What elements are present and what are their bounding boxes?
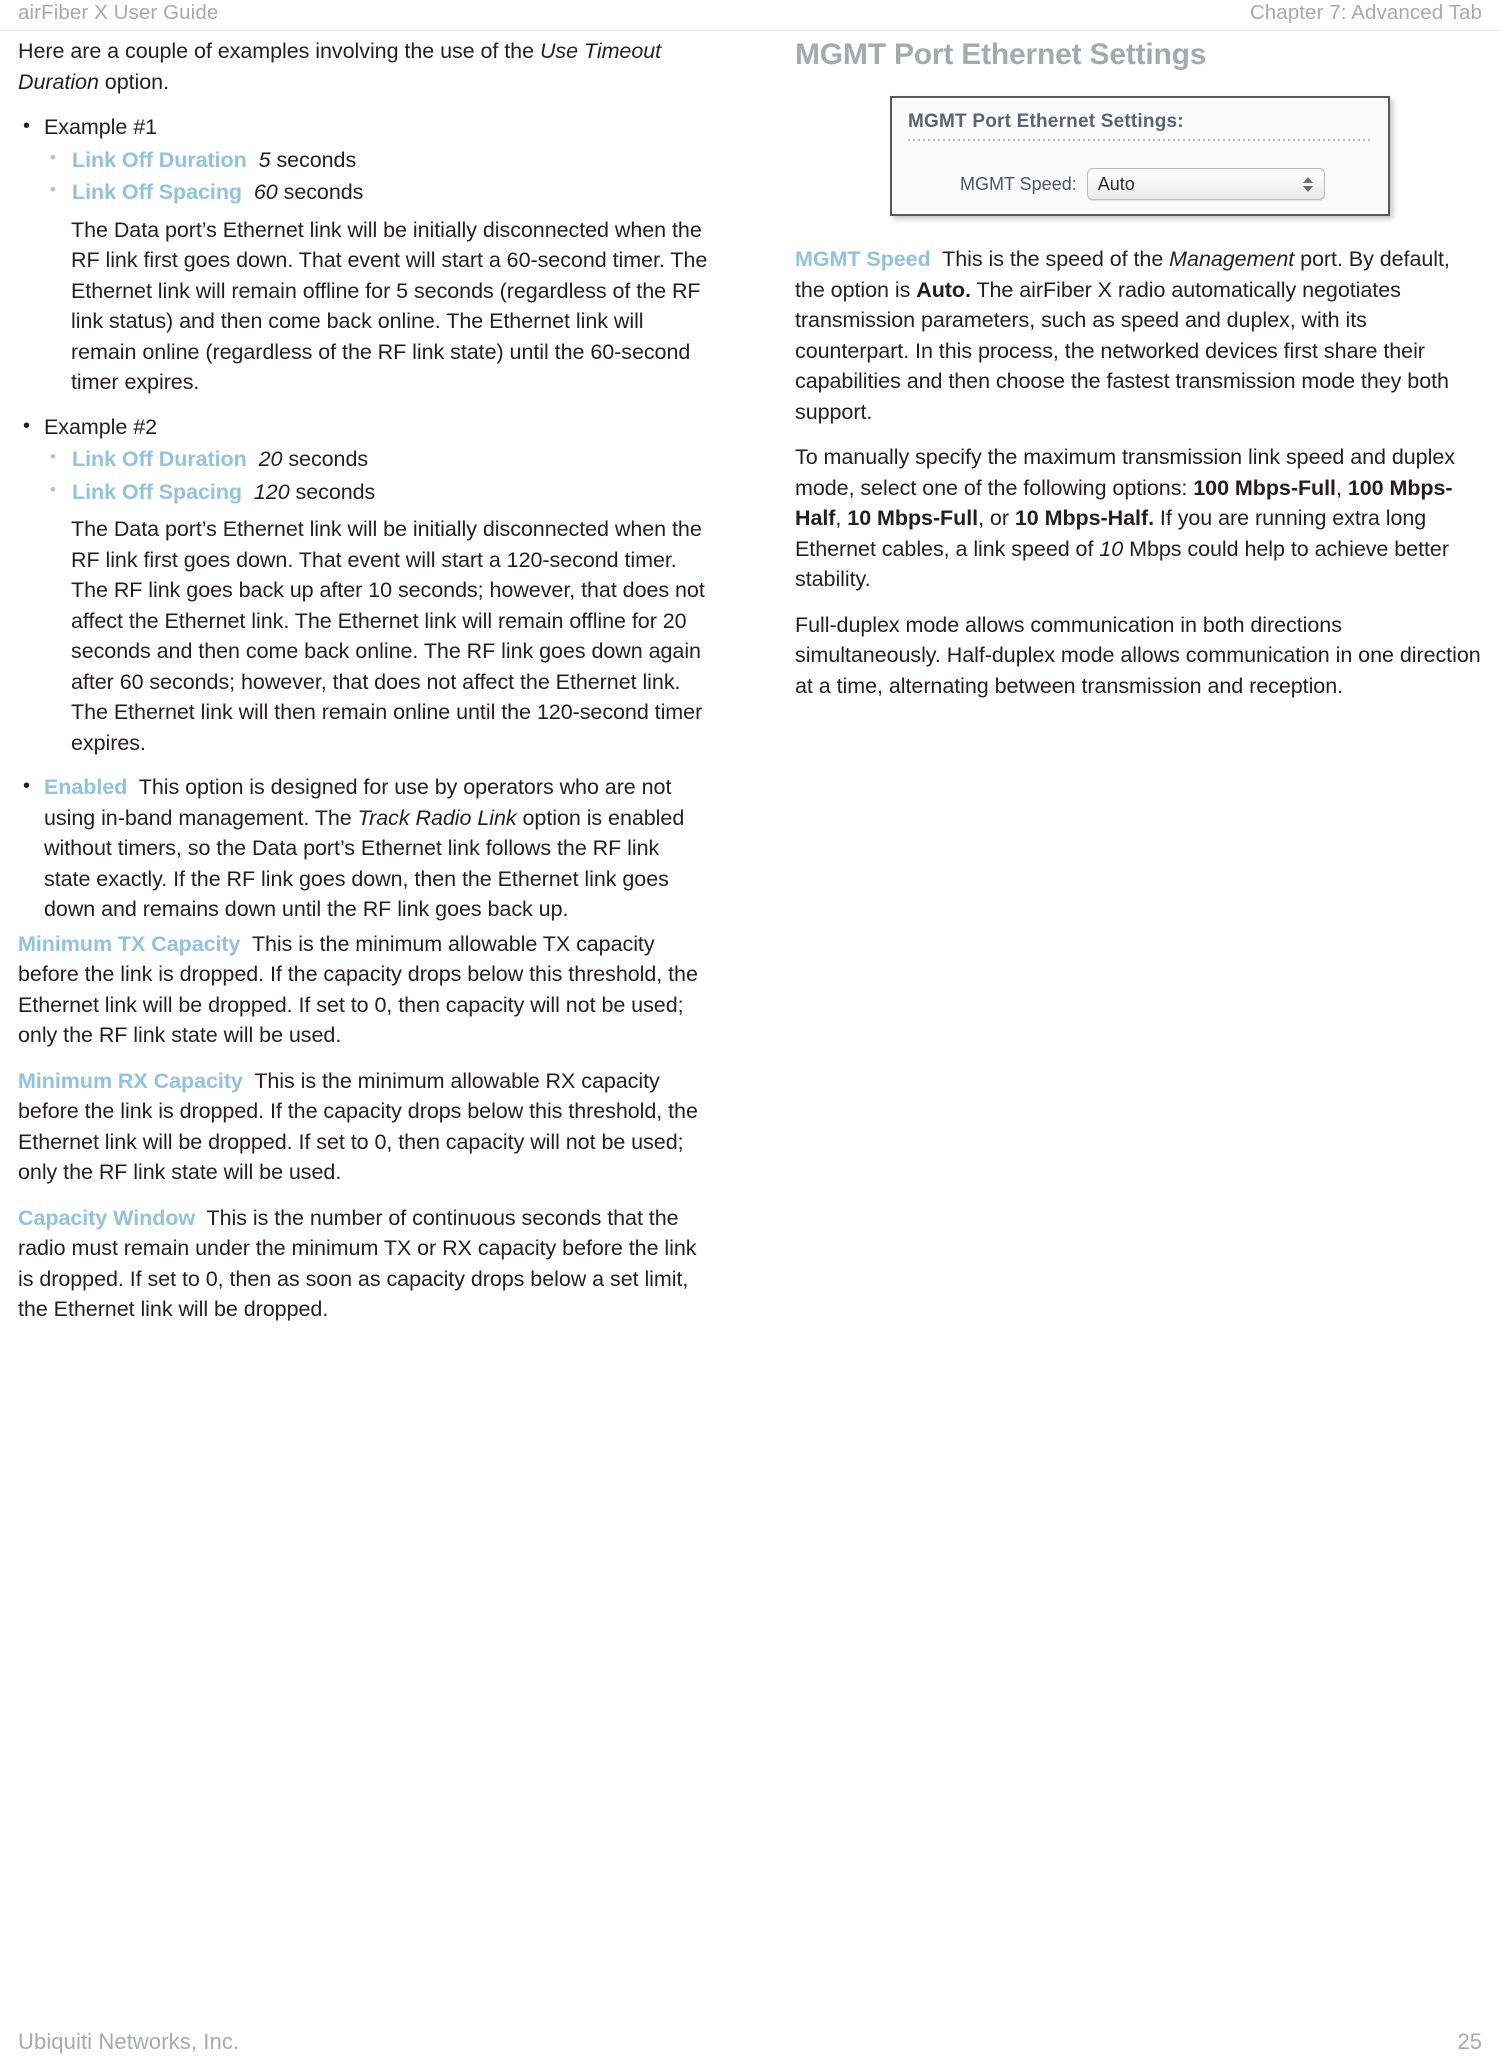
example-1-label: Example #1 [44,115,158,139]
list-item: Link Off Duration 5 seconds [44,143,708,176]
setting-value: 60 [253,180,278,204]
mgmt-speed-italic: Management [1169,247,1295,271]
minimum-tx-capacity-paragraph: Minimum TX Capacity This is the minimum … [18,929,708,1051]
example-2-body: The Data port’s Ethernet link will be in… [71,517,705,755]
chevron-up-icon [1302,176,1313,183]
setting-value: 20 [258,447,283,471]
setting-term: Link Off Duration [72,447,247,471]
stepper-arrows-icon[interactable] [1302,174,1313,194]
minimum-tx-capacity-term: Minimum TX Capacity [18,931,241,956]
capacity-window-paragraph: Capacity Window This is the number of co… [18,1203,708,1325]
setting-unit: seconds [282,447,369,471]
footer-page-number: 25 [1457,2029,1482,2054]
mgmt-speed-bold: Auto. [916,277,971,302]
sep-2: , [835,506,848,530]
footer-company: Ubiquiti Networks, Inc. [18,2029,240,2054]
guide-title: airFiber X User Guide [18,1,219,24]
mgmt-speed-paragraph: MGMT Speed This is the speed of the Mana… [795,244,1485,427]
setting-unit: seconds [277,180,364,204]
setting-unit: seconds [289,479,376,504]
chapter-title: Chapter 7: Advanced Tab [1249,1,1482,24]
list-item: Link Off Spacing 60 seconds [44,175,708,208]
list-item: Link Off Duration 20 seconds [44,442,708,475]
chevron-down-icon [1302,185,1313,192]
sep-3: , or [978,506,1015,530]
header-rule [0,30,1500,31]
page-body: Here are a couple of examples involving … [0,36,1500,1976]
example-1-body: The Data port’s Ethernet link will be in… [71,217,708,395]
intro-text-2: option. [98,69,170,94]
mgmt-speed-row: MGMT Speed: Auto [908,168,1372,200]
manual-speed-italic: 10 [1099,536,1124,561]
mgmt-port-settings-figure: MGMT Port Ethernet Settings: MGMT Speed:… [795,96,1485,216]
enabled-list: Enabled This option is designed for use … [18,771,708,925]
setting-value: 5 [258,147,271,172]
mgmt-speed-term: MGMT Speed [795,247,931,271]
manual-speed-paragraph: To manually specify the maximum transmis… [795,442,1485,595]
setting-value: 120 [253,479,290,504]
right-column: MGMT Port Ethernet Settings MGMT Port Et… [795,36,1485,716]
example-2-label: Example #2 [44,414,158,439]
mgmt-port-settings-screenshot: MGMT Port Ethernet Settings: MGMT Speed:… [890,96,1390,216]
screenshot-divider [908,139,1372,141]
speed-option-10-half: 10 Mbps-Half. [1014,506,1154,530]
mgmt-speed-selected-value: Auto [1097,173,1135,194]
enabled-italic: Track Radio Link [357,805,517,830]
setting-term: Link Off Duration [72,147,247,172]
speed-option-10-full: 10 Mbps-Full [847,506,979,530]
minimum-rx-capacity-term: Minimum RX Capacity [18,1068,243,1093]
intro-text-1: Here are a couple of examples involving … [18,39,540,63]
list-item: Example #1 Link Off Duration 5 seconds L… [18,111,708,398]
page-footer: Ubiquiti Networks, Inc. 25 [0,2022,1500,2062]
sep-1: , [1335,475,1348,500]
minimum-rx-capacity-paragraph: Minimum RX Capacity This is the minimum … [18,1066,708,1188]
duplex-paragraph: Full-duplex mode allows communication in… [795,612,1481,698]
example-1-settings: Link Off Duration 5 seconds Link Off Spa… [44,143,708,208]
enabled-term: Enabled [44,775,128,799]
setting-unit: seconds [270,147,357,172]
example-2-list: Example #2 Link Off Duration 20 seconds … [18,411,708,759]
left-column: Here are a couple of examples involving … [18,36,708,1340]
list-item: Link Off Spacing 120 seconds [44,475,708,508]
mgmt-speed-label: MGMT Speed: [960,173,1077,194]
setting-term: Link Off Spacing [72,479,243,504]
example-1-list: Example #1 Link Off Duration 5 seconds L… [18,111,708,398]
mgmt-speed-select[interactable]: Auto [1086,168,1325,200]
screenshot-panel-title: MGMT Port Ethernet Settings: [908,111,1184,132]
list-item: Enabled This option is designed for use … [18,771,708,925]
list-item: Example #2 Link Off Duration 20 seconds … [18,411,708,759]
intro-paragraph: Here are a couple of examples involving … [18,36,708,97]
section-heading: MGMT Port Ethernet Settings [795,38,1207,71]
example-2-settings: Link Off Duration 20 seconds Link Off Sp… [44,442,708,508]
running-head: airFiber X User Guide Chapter 7: Advance… [0,0,1500,34]
setting-term: Link Off Spacing [72,180,243,204]
capacity-window-term: Capacity Window [18,1205,196,1230]
mgmt-speed-text-1: This is the speed of the [942,247,1170,271]
speed-option-100-full: 100 Mbps-Full [1193,475,1336,500]
